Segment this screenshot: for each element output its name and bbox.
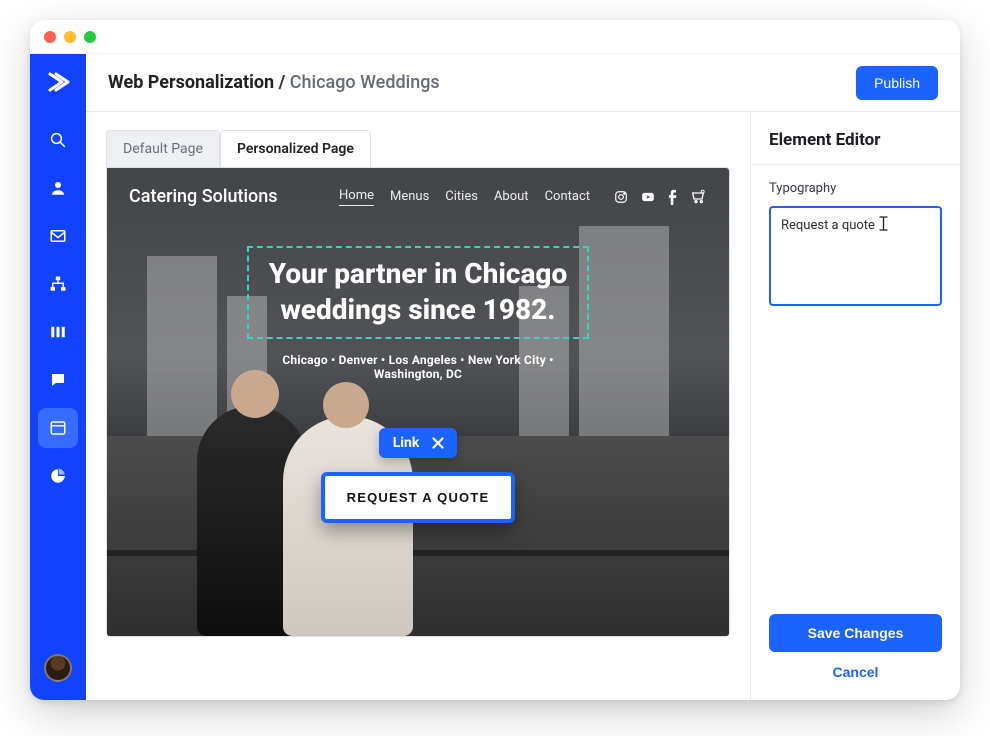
nav-reports[interactable]	[38, 456, 78, 496]
typography-label: Typography	[769, 181, 942, 196]
publish-button[interactable]: Publish	[856, 66, 938, 100]
window-minimize-dot[interactable]	[64, 31, 76, 43]
chat-icon	[49, 371, 67, 389]
sitemap-icon	[49, 275, 67, 293]
site-brand: Catering Solutions	[129, 186, 278, 207]
site-nav-contact[interactable]: Contact	[545, 189, 590, 204]
mac-titlebar	[30, 20, 960, 54]
tab-personalized-page[interactable]: Personalized Page	[220, 130, 371, 167]
nav-automations[interactable]	[38, 264, 78, 304]
nav-mail[interactable]	[38, 216, 78, 256]
panel-title: Element Editor	[769, 130, 942, 150]
site-nav: Home Menus Cities About Contact	[339, 188, 707, 206]
typography-input-value: Request a quote	[781, 218, 875, 233]
cities-list: Chicago • Denver • Los Angeles • New Yor…	[282, 353, 553, 381]
cta-button[interactable]: REQUEST A QUOTE	[321, 472, 516, 523]
typography-input[interactable]: Request a quote	[769, 206, 942, 306]
nav-conversations[interactable]	[38, 360, 78, 400]
app-logo	[44, 68, 72, 96]
nav-contacts[interactable]	[38, 168, 78, 208]
breadcrumb: Web Personalization / Chicago Weddings	[108, 72, 440, 93]
person-icon	[49, 179, 67, 197]
link-toolbar-label: Link	[393, 435, 420, 451]
save-changes-button[interactable]: Save Changes	[769, 614, 942, 652]
breadcrumb-page: Chicago Weddings	[290, 72, 440, 93]
page-header: Web Personalization / Chicago Weddings P…	[86, 54, 960, 112]
window-close-dot[interactable]	[44, 31, 56, 43]
headline-line2: weddings since 1982.	[280, 293, 555, 326]
nav-search[interactable]	[38, 120, 78, 160]
nav-site[interactable]	[38, 408, 78, 448]
window-icon	[49, 419, 67, 437]
site-nav-cities[interactable]: Cities	[445, 189, 478, 204]
cart-icon[interactable]	[689, 189, 707, 205]
element-editor-panel: Element Editor Typography Request a quot…	[750, 112, 960, 700]
breadcrumb-root: Web Personalization	[108, 72, 274, 93]
left-nav	[30, 54, 86, 700]
link-toolbar[interactable]: Link	[379, 428, 458, 458]
site-nav-menus[interactable]: Menus	[390, 189, 429, 204]
search-icon	[49, 131, 67, 149]
site-nav-about[interactable]: About	[494, 189, 529, 204]
youtube-icon[interactable]	[640, 190, 656, 204]
mail-icon	[49, 227, 67, 245]
text-cursor-icon	[878, 216, 889, 231]
preview-canvas: Catering Solutions Home Menus Cities Abo…	[106, 167, 730, 637]
piechart-icon	[49, 467, 67, 485]
nav-deals[interactable]	[38, 312, 78, 352]
headline-line1: Your partner in Chicago	[269, 257, 567, 290]
window-zoom-dot[interactable]	[84, 31, 96, 43]
user-avatar[interactable]	[44, 654, 72, 682]
instagram-icon[interactable]	[614, 190, 628, 204]
tab-default-page[interactable]: Default Page	[106, 130, 220, 167]
cancel-button[interactable]: Cancel	[769, 664, 942, 680]
site-nav-home[interactable]: Home	[339, 188, 374, 206]
columns-icon	[49, 323, 67, 341]
facebook-icon[interactable]	[668, 189, 677, 205]
app-window: Web Personalization / Chicago Weddings P…	[30, 20, 960, 700]
background-scene	[107, 168, 729, 636]
tabs: Default Page Personalized Page	[106, 130, 730, 167]
headline-selected[interactable]: Your partner in Chicago weddings since 1…	[247, 246, 589, 339]
close-icon[interactable]	[429, 434, 447, 452]
